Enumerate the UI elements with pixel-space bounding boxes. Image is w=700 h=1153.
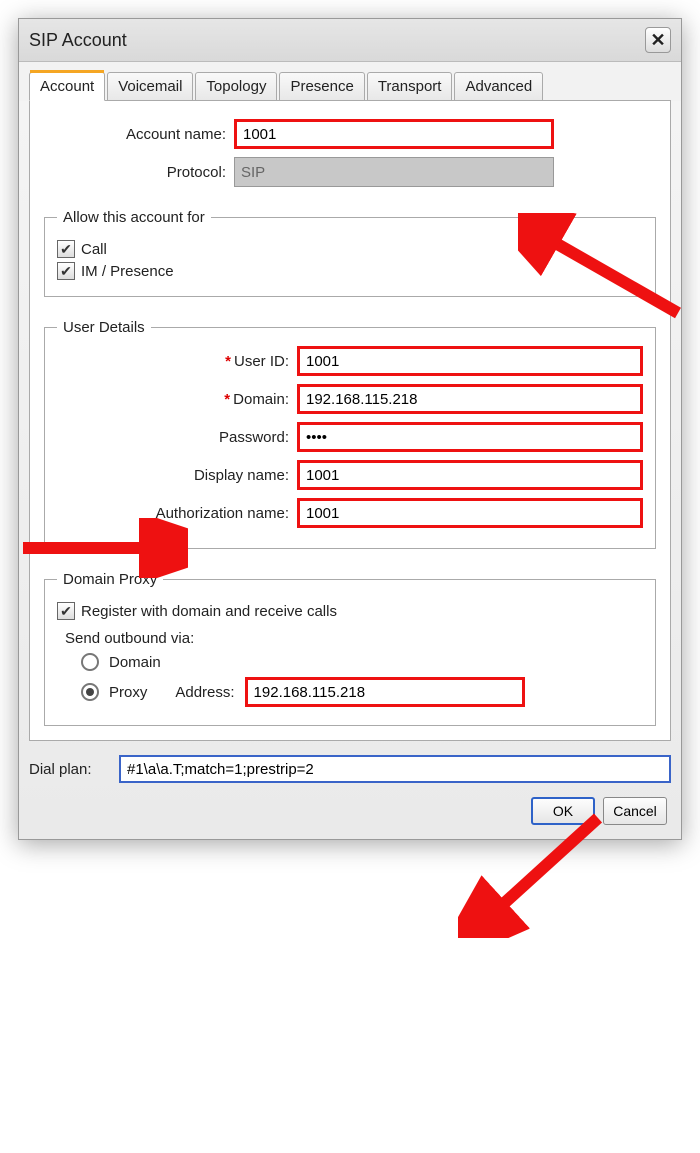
user-details-fieldset: User Details *User ID: *Domain: Password… [44,319,656,549]
domain-input[interactable] [297,384,643,414]
dial-plan-label: Dial plan: [29,761,119,778]
allow-im-label: IM / Presence [81,263,174,280]
domain-label: *Domain: [57,391,297,408]
titlebar: SIP Account ✕ [19,19,681,62]
ok-button[interactable]: OK [531,797,595,825]
password-input[interactable] [297,422,643,452]
close-button[interactable]: ✕ [645,27,671,53]
tab-topology[interactable]: Topology [195,72,277,101]
userid-input[interactable] [297,346,643,376]
domain-proxy-fieldset: Domain Proxy Register with domain and re… [44,571,656,726]
password-label: Password: [57,429,297,446]
window-title: SIP Account [29,30,127,51]
outbound-domain-label: Domain [109,654,161,671]
cancel-button[interactable]: Cancel [603,797,667,825]
proxy-address-input[interactable] [245,677,525,707]
tab-strip: Account Voicemail Topology Presence Tran… [19,62,681,101]
proxy-address-label: Address: [175,684,234,701]
protocol-label: Protocol: [44,164,234,181]
account-tab-panel: Account name: Protocol: Allow this accou… [29,100,671,741]
dial-plan-input[interactable] [119,755,671,783]
tab-advanced[interactable]: Advanced [454,72,543,101]
auth-name-label: Authorization name: [57,505,297,522]
outbound-proxy-label: Proxy [109,684,147,701]
outbound-domain-radio[interactable] [81,653,99,671]
tab-account[interactable]: Account [29,72,105,101]
display-name-input[interactable] [297,460,643,490]
display-name-label: Display name: [57,467,297,484]
domain-proxy-legend: Domain Proxy [57,571,163,588]
auth-name-input[interactable] [297,498,643,528]
register-label: Register with domain and receive calls [81,603,337,620]
register-checkbox[interactable] [57,602,75,620]
allow-call-label: Call [81,241,107,258]
userid-label: *User ID: [57,353,297,370]
tab-presence[interactable]: Presence [279,72,364,101]
outbound-proxy-radio[interactable] [81,683,99,701]
tab-transport[interactable]: Transport [367,72,453,101]
allow-fieldset: Allow this account for Call IM / Presenc… [44,209,656,297]
account-name-input[interactable] [234,119,554,149]
tab-voicemail[interactable]: Voicemail [107,72,193,101]
close-icon: ✕ [650,30,665,51]
account-name-label: Account name: [44,126,234,143]
sip-account-dialog: SIP Account ✕ Account Voicemail Topology… [18,18,682,840]
allow-call-checkbox[interactable] [57,240,75,258]
protocol-input [234,157,554,187]
allow-im-checkbox[interactable] [57,262,75,280]
allow-legend: Allow this account for [57,209,211,226]
user-details-legend: User Details [57,319,151,336]
send-outbound-label: Send outbound via: [65,630,643,647]
